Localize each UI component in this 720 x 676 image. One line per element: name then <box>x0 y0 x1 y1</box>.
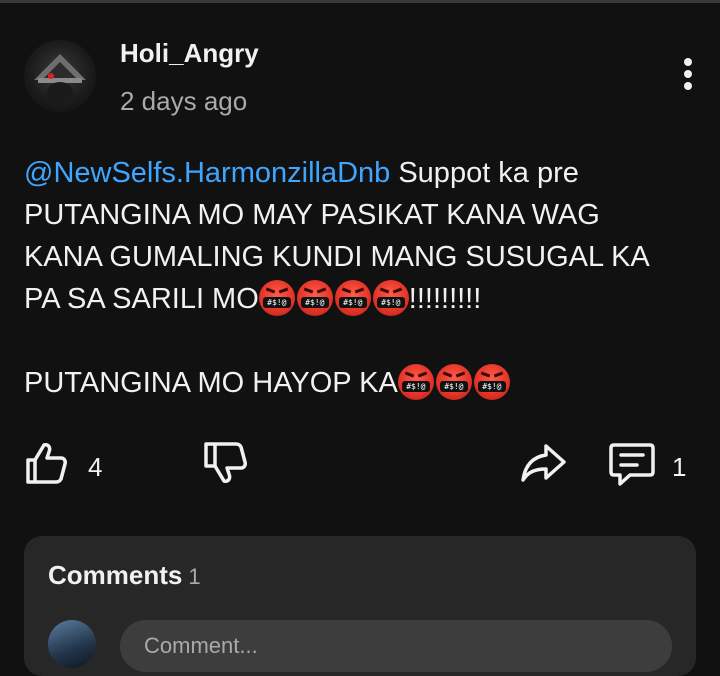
user-avatar <box>48 620 96 668</box>
comment-icon <box>609 443 655 486</box>
thumbs-down-icon <box>204 442 247 483</box>
emoji-mouth-symbols: #$!@ <box>439 381 468 392</box>
angry-cursing-emoji: #$!@ <box>435 364 472 400</box>
like-button[interactable] <box>24 440 68 491</box>
share-button[interactable] <box>520 440 568 491</box>
mention-link[interactable]: @NewSelfs.HarmonzillaDnb <box>24 157 390 189</box>
author-avatar[interactable] <box>24 40 96 112</box>
comments-count: 1 <box>188 564 201 589</box>
angry-cursing-emoji: #$!@ <box>397 364 434 400</box>
share-icon <box>521 444 566 482</box>
angry-cursing-emoji: #$!@ <box>372 280 409 316</box>
post-line-2: PUTANGINA MO MAY PASIKAT KANA WAG <box>24 199 600 231</box>
emoji-group: #$!@ #$!@ #$!@ <box>397 364 510 400</box>
post-line-1-text: Suppot ka pre <box>390 157 579 189</box>
post-line-3: KANA GUMALING KUNDI MANG SUSUGAL KA <box>24 241 650 273</box>
comments-title: Comments <box>48 560 183 590</box>
post-timestamp: 2 days ago <box>120 86 248 116</box>
angry-cursing-emoji: #$!@ <box>334 280 371 316</box>
emoji-mouth-symbols: #$!@ <box>262 297 291 308</box>
emoji-mouth-symbols: #$!@ <box>338 297 367 308</box>
comments-panel[interactable]: Comments 1 <box>24 536 696 676</box>
post-line-5: PUTANGINA MO HAYOP KA #$!@ #$!@ #$!@ <box>24 362 704 404</box>
comments-heading: Comments 1 <box>48 560 201 591</box>
post-line-4-text: PA SA SARILI MO <box>24 283 259 315</box>
author-name[interactable]: Holi_Angry <box>120 38 259 69</box>
post-line-4: PA SA SARILI MO #$!@ #$!@ #$!@ #$!@!!!!!!!!! <box>24 278 704 320</box>
comment-input[interactable] <box>120 620 672 672</box>
post-line-4-suffix: !!!!!!!!! <box>408 283 482 315</box>
action-bar: 4 1 <box>0 440 720 490</box>
post-line-1: @NewSelfs.HarmonzillaDnb Suppot ka pre <box>24 152 704 194</box>
top-divider <box>0 0 720 3</box>
dislike-button[interactable] <box>203 440 247 491</box>
angry-cursing-emoji: #$!@ <box>258 280 295 316</box>
emoji-mouth-symbols: #$!@ <box>401 381 430 392</box>
post-body: @NewSelfs.HarmonzillaDnb Suppot ka pre P… <box>24 152 704 404</box>
emoji-mouth-symbols: #$!@ <box>477 381 506 392</box>
emoji-group: #$!@ #$!@ #$!@ #$!@ <box>258 280 409 316</box>
thumbs-up-icon <box>26 443 67 484</box>
angry-cursing-emoji: #$!@ <box>473 364 510 400</box>
comment-count: 1 <box>672 452 687 482</box>
emoji-mouth-symbols: #$!@ <box>300 297 329 308</box>
post-line-5-text: PUTANGINA MO HAYOP KA <box>24 367 398 399</box>
comment-button[interactable] <box>608 440 656 493</box>
angry-cursing-emoji: #$!@ <box>296 280 333 316</box>
like-count: 4 <box>88 452 103 482</box>
emoji-mouth-symbols: #$!@ <box>376 297 405 308</box>
more-vert-icon[interactable] <box>676 58 700 96</box>
